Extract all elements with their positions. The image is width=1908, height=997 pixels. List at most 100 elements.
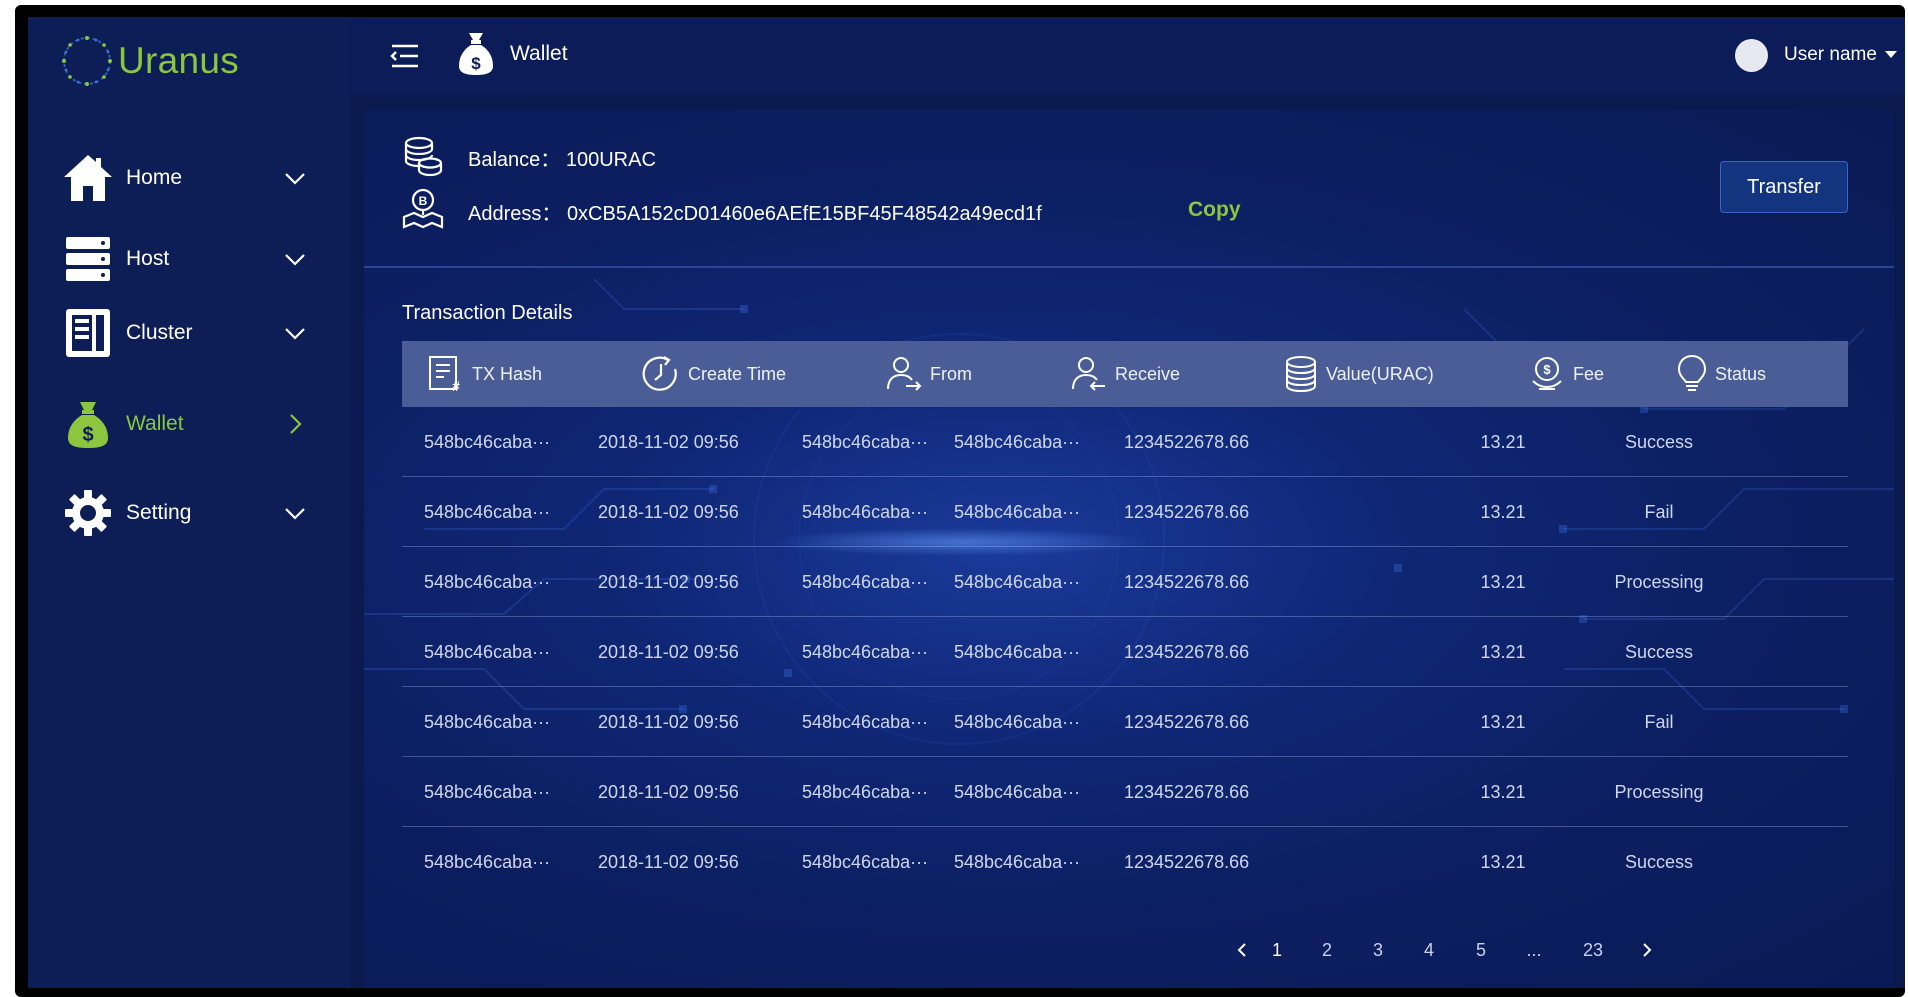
app-shell: Uranus Home Host Cluster $ Wallet Settin… <box>28 17 1905 988</box>
table-cell: 548bc46caba··· <box>802 711 929 732</box>
svg-text:#: # <box>452 378 460 393</box>
table-cell: 13.21 <box>1480 501 1526 522</box>
table-cell: 1234522678.66 <box>1124 851 1250 872</box>
sidebar: Uranus Home Host Cluster $ Wallet Settin… <box>28 17 350 988</box>
table-cell: 548bc46caba··· <box>424 851 551 872</box>
table-cell: 2018-11-02 09:56 <box>598 851 739 872</box>
user-menu[interactable]: User name <box>1784 44 1877 66</box>
sidebar-item-label: Host <box>126 247 170 270</box>
user-send-icon <box>887 357 922 391</box>
table-cell: 1234522678.66 <box>1124 781 1250 802</box>
pagination-prev-button[interactable] <box>1227 935 1257 965</box>
column-header-fee: $ Fee <box>1529 341 1604 407</box>
column-header-create-time: Create Time <box>642 341 786 407</box>
user-receive-icon <box>1072 357 1105 391</box>
logo: Uranus <box>60 31 239 91</box>
table-cell: Fail <box>1644 501 1674 522</box>
sidebar-item-setting[interactable]: Setting <box>28 477 350 549</box>
sidebar-item-host[interactable]: Host <box>28 223 350 295</box>
chevron-down-icon <box>285 173 305 185</box>
svg-text:B: B <box>419 194 428 208</box>
table-row[interactable]: 548bc46caba··· 2018-11-02 09:56 548bc46cab… <box>402 617 1848 687</box>
table-cell: Processing <box>1614 781 1704 802</box>
table-cell: Success <box>1624 851 1694 872</box>
home-icon <box>61 151 115 205</box>
table-row[interactable]: 548bc46caba··· 2018-11-02 09:56 548bc46cab… <box>402 477 1848 547</box>
divider <box>364 266 1894 268</box>
table-cell: 548bc46caba··· <box>954 571 1081 592</box>
pagination-page-1[interactable]: 1 <box>1262 935 1292 965</box>
sidebar-item-wallet[interactable]: $ Wallet <box>28 388 350 460</box>
cluster-icon <box>61 306 115 360</box>
column-header-status: Status <box>1677 341 1766 407</box>
table-cell: 2018-11-02 09:56 <box>598 781 739 802</box>
wallet-panel: B Balance： 100URAC Address： 0xCB5A152cD0… <box>364 109 1894 988</box>
svg-text:$: $ <box>82 424 93 446</box>
topbar: $ Wallet User name <box>350 17 1905 95</box>
menu-fold-icon[interactable] <box>390 42 420 70</box>
table-cell: 548bc46caba··· <box>802 781 929 802</box>
sidebar-item-label: Setting <box>126 501 192 524</box>
chevron-right-icon <box>1643 943 1652 957</box>
pagination-page-23[interactable]: 23 <box>1574 935 1612 965</box>
caret-down-icon[interactable] <box>1885 51 1897 58</box>
column-header-from: From <box>886 341 972 407</box>
address-label: Address： <box>468 203 562 225</box>
table-cell: 548bc46caba··· <box>954 781 1081 802</box>
chevron-down-icon <box>285 328 305 340</box>
table-row[interactable]: 548bc46caba··· 2018-11-02 09:56 548bc46cab… <box>402 407 1848 477</box>
page-title: Wallet <box>510 42 568 65</box>
table-cell: 548bc46caba··· <box>802 571 929 592</box>
table-cell: 548bc46caba··· <box>424 501 551 522</box>
table-row[interactable]: 548bc46caba··· 2018-11-02 09:56 548bc46cab… <box>402 687 1848 757</box>
clock-icon <box>642 356 677 391</box>
bitcoin-map-icon: B <box>402 188 444 229</box>
gear-icon <box>61 486 115 540</box>
table-cell: 13.21 <box>1480 641 1526 662</box>
table-cell: 2018-11-02 09:56 <box>598 641 739 662</box>
chevron-down-icon <box>285 254 305 266</box>
table-row[interactable]: 548bc46caba··· 2018-11-02 09:56 548bc46cab… <box>402 827 1848 897</box>
pagination-next-button[interactable] <box>1632 935 1662 965</box>
table-cell: 1234522678.66 <box>1124 641 1250 662</box>
copy-address-link[interactable]: Copy <box>1188 198 1241 222</box>
table-cell: 548bc46caba··· <box>424 431 551 452</box>
chevron-right-icon <box>290 414 302 434</box>
table-cell: 548bc46caba··· <box>954 711 1081 732</box>
document-hash-icon: # <box>429 356 460 393</box>
table-header: # TX Hash Create Time From Receive Value… <box>402 341 1848 407</box>
table-cell: 2018-11-02 09:56 <box>598 431 739 452</box>
table-cell: 13.21 <box>1480 431 1526 452</box>
table-cell: Processing <box>1614 571 1704 592</box>
table-cell: 1234522678.66 <box>1124 571 1250 592</box>
sidebar-item-label: Cluster <box>126 321 193 344</box>
sidebar-item-cluster[interactable]: Cluster <box>28 297 350 369</box>
lightbulb-icon <box>1677 354 1707 391</box>
table-cell: Success <box>1624 641 1694 662</box>
money-bag-icon: $ <box>61 397 115 451</box>
sidebar-item-home[interactable]: Home <box>28 142 350 214</box>
address-value: 0xCB5A152cD01460e6AEfE15BF45F48542a49ecd… <box>566 203 1042 225</box>
chevron-down-icon <box>285 508 305 520</box>
table-cell: 548bc46caba··· <box>424 571 551 592</box>
table-cell: 13.21 <box>1480 781 1526 802</box>
table-row[interactable]: 548bc46caba··· 2018-11-02 09:56 548bc46cab… <box>402 757 1848 827</box>
balance-value: 100URAC <box>565 149 656 171</box>
avatar[interactable] <box>1735 39 1768 72</box>
transfer-button[interactable]: Transfer <box>1720 161 1848 213</box>
table-row[interactable]: 548bc46caba··· 2018-11-02 09:56 548bc46cab… <box>402 547 1848 617</box>
transactions-title: Transaction Details <box>402 302 573 324</box>
pagination-page-4[interactable]: 4 <box>1414 935 1444 965</box>
balance-label: Balance： <box>468 149 561 171</box>
table-cell: 13.21 <box>1480 711 1526 732</box>
server-icon <box>61 232 115 286</box>
table-cell: Success <box>1624 431 1694 452</box>
table-cell: 548bc46caba··· <box>802 641 929 662</box>
table-cell: 548bc46caba··· <box>424 781 551 802</box>
pagination-page-3[interactable]: 3 <box>1363 935 1393 965</box>
coins-stack-icon <box>404 136 443 177</box>
pagination-page-5[interactable]: 5 <box>1466 935 1496 965</box>
pagination-page-2[interactable]: 2 <box>1312 935 1342 965</box>
table-cell: 2018-11-02 09:56 <box>598 571 739 592</box>
table-cell: 548bc46caba··· <box>954 641 1081 662</box>
